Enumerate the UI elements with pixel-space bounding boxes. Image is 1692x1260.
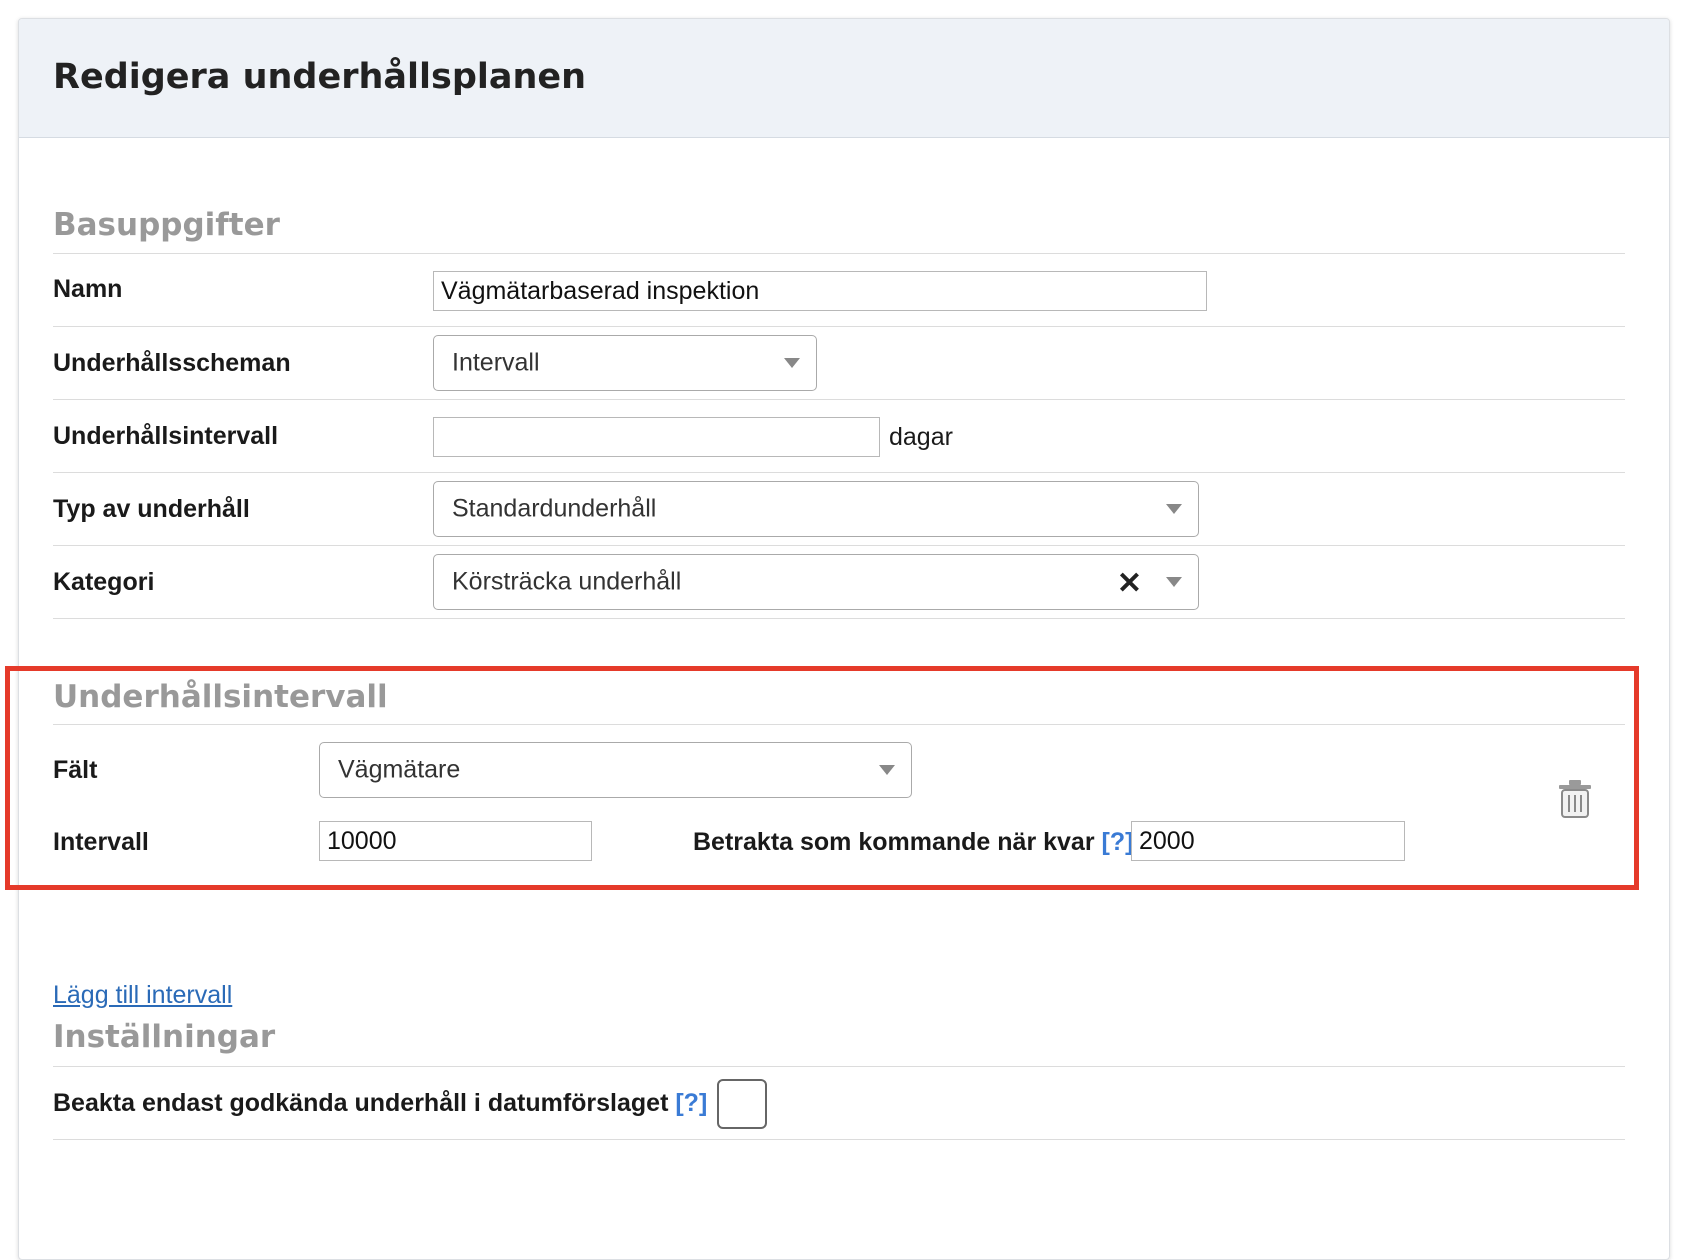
- highlight-box: [5, 666, 1639, 890]
- section-title-settings: Inställningar: [53, 1019, 276, 1055]
- interval-days-suffix: dagar: [889, 423, 953, 451]
- approved-checkbox[interactable]: [717, 1079, 767, 1129]
- divider: [53, 1066, 1625, 1067]
- edit-maintenance-plan-panel: Redigera underhållsplanen Basuppgifter N…: [18, 18, 1670, 1260]
- type-select[interactable]: Standardunderhåll: [433, 481, 1199, 537]
- name-input[interactable]: [433, 271, 1207, 311]
- divider: [53, 253, 1625, 254]
- divider: [53, 1139, 1625, 1140]
- page-title: Redigera underhållsplanen: [53, 57, 587, 97]
- divider: [53, 618, 1625, 619]
- approved-help-link[interactable]: [?]: [675, 1089, 707, 1117]
- interval-days-label: Underhållsintervall: [53, 422, 279, 450]
- chevron-down-icon: [784, 358, 800, 368]
- approved-label: Beakta endast godkända underhåll i datum…: [53, 1089, 707, 1118]
- section-title-basic: Basuppgifter: [53, 207, 280, 243]
- type-select-value: Standardunderhåll: [452, 494, 657, 523]
- interval-days-input[interactable]: [433, 417, 880, 457]
- add-interval-link[interactable]: Lägg till intervall: [53, 981, 232, 1010]
- divider: [53, 545, 1625, 546]
- schedule-select[interactable]: Intervall: [433, 335, 817, 391]
- category-label: Kategori: [53, 568, 155, 596]
- schedule-label: Underhållsscheman: [53, 349, 291, 377]
- chevron-down-icon: [1166, 504, 1182, 514]
- schedule-select-value: Intervall: [452, 348, 540, 377]
- chevron-down-icon: [1166, 577, 1182, 587]
- clear-icon[interactable]: ✕: [1117, 569, 1142, 599]
- panel-header: Redigera underhållsplanen: [19, 19, 1669, 138]
- category-select[interactable]: Körsträcka underhåll ✕: [433, 554, 1199, 610]
- approved-label-text: Beakta endast godkända underhåll i datum…: [53, 1089, 669, 1117]
- divider: [53, 399, 1625, 400]
- divider: [53, 472, 1625, 473]
- name-label: Namn: [53, 275, 123, 303]
- divider: [53, 326, 1625, 327]
- category-select-value: Körsträcka underhåll: [452, 567, 682, 596]
- type-label: Typ av underhåll: [53, 495, 250, 523]
